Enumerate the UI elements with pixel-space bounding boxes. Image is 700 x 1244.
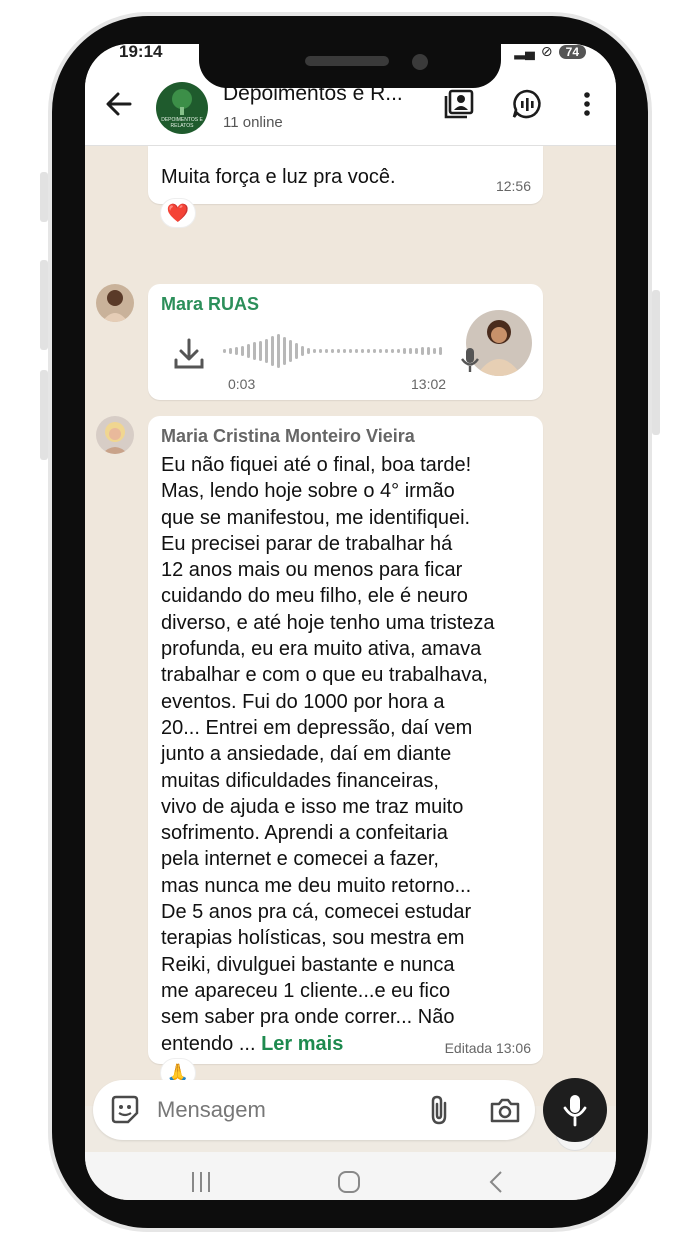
message-input-bar[interactable]: Mensagem (93, 1080, 535, 1140)
message-time: Editada 13:06 (444, 1040, 531, 1056)
home-icon[interactable] (337, 1170, 361, 1194)
mic-badge-icon (461, 348, 479, 372)
message-line: me apareceu 1 cliente...e eu fico (161, 979, 451, 1002)
read-more-link[interactable]: Ler mais (261, 1033, 343, 1055)
sender-name[interactable]: Mara RUAS (161, 294, 259, 315)
message-line: Mas, lendo hoje sobre o 4° irmão (161, 480, 455, 503)
screen: 19:14 ▂▄ ⊘ 74 DEPOIMENTOS E RELATOS Depo… (85, 44, 616, 1200)
message-line: 20... Entrei em depressão, daí vem (161, 716, 473, 739)
side-button-right (652, 290, 660, 435)
notch (199, 30, 501, 88)
speaker (305, 56, 389, 66)
message-line: De 5 anos pra cá, comecei estudar (161, 901, 472, 924)
message-line: 12 anos mais ou menos para ficar (161, 559, 463, 582)
voice-message-bubble[interactable]: Mara RUAS 0:03 13:02 (148, 284, 543, 400)
message-line: sem saber pra onde correr... Não (161, 1006, 455, 1029)
voice-record-button[interactable] (543, 1078, 607, 1142)
audio-elapsed: 0:03 (228, 376, 256, 392)
message-line: junto a ansiedade, daí em diante (161, 743, 452, 766)
sticker-icon[interactable] (109, 1094, 141, 1126)
message-line: terapias holísticas, sou mestra em (161, 927, 465, 950)
audio-waveform[interactable] (223, 331, 448, 371)
message-line: muitas dificuldades financeiras, (161, 769, 439, 792)
message-body: Eu não fiquei até o final, boa tarde! Ma… (161, 452, 536, 1057)
message-input[interactable]: Mensagem (157, 1097, 266, 1123)
message-time: 13:02 (411, 376, 447, 392)
message-line: mas nunca me deu muito retorno... (161, 874, 472, 897)
message-line: sofrimento. Aprendi a confeitaria (161, 822, 448, 845)
system-navigation-bar (85, 1152, 616, 1200)
recent-apps-icon[interactable] (189, 1170, 213, 1194)
download-icon[interactable] (171, 336, 207, 372)
battery-badge: 74 (558, 44, 586, 59)
more-options-icon[interactable] (571, 88, 603, 120)
message-line: trabalhar e com o que eu trabalhava, (161, 664, 488, 687)
status-icons: ▂▄ ⊘ 74 (514, 44, 586, 60)
message-line: Reiki, divulguei bastante e nunca (161, 953, 455, 976)
message-line: eventos. Fui do 1000 por hora a (161, 690, 445, 713)
message-bubble[interactable]: Muita força e luz pra você. 12:56 (148, 146, 543, 204)
online-count: 11 online (223, 114, 283, 131)
message-line: cuidando do meu filho, ele é neuro (161, 585, 468, 608)
front-camera (412, 54, 428, 70)
sender-avatar[interactable] (96, 416, 134, 454)
voice-chat-icon[interactable] (511, 88, 543, 120)
tree-logo-icon (172, 89, 192, 109)
side-button-left-2 (40, 260, 48, 350)
message-line: vivo de ajuda e isso me traz muito (161, 795, 464, 818)
message-line: Eu não fiquei até o final, boa tarde! (161, 454, 472, 476)
sender-avatar[interactable] (96, 284, 134, 322)
message-time: 12:56 (495, 178, 531, 194)
contacts-card-icon[interactable] (443, 88, 475, 120)
message-line: Eu precisei parar de trabalhar há (161, 532, 453, 555)
tree-trunk (180, 107, 184, 115)
message-text: Muita força e luz pra você. (161, 166, 396, 188)
avatar-photo (96, 416, 134, 454)
message-line: diverso, e até hoje tenho uma tristeza (161, 611, 495, 634)
attach-icon[interactable] (425, 1094, 453, 1126)
sender-name[interactable]: Maria Cristina Monteiro Vieira (161, 426, 415, 447)
message-line: pela internet e comecei a fazer, (161, 848, 439, 871)
message-line: que se manifestou, me identifiquei. (161, 506, 471, 529)
avatar-photo (96, 284, 134, 322)
group-avatar[interactable]: DEPOIMENTOS E RELATOS (156, 82, 208, 134)
dnd-icon: ⊘ (540, 44, 553, 59)
side-button-left-1 (40, 172, 48, 222)
back-arrow-icon[interactable] (105, 90, 133, 118)
microphone-icon (563, 1095, 587, 1127)
message-line: profunda, eu era muito ativa, amava (161, 638, 482, 661)
message-line-prefix: entendo ... (161, 1032, 262, 1055)
group-avatar-text: DEPOIMENTOS E RELATOS (161, 117, 203, 129)
system-back-icon[interactable] (485, 1170, 509, 1194)
reaction-heart[interactable]: ❤️ (160, 198, 196, 228)
status-time: 19:14 (119, 44, 163, 61)
text-message-bubble[interactable]: Maria Cristina Monteiro Vieira Eu não fi… (148, 416, 543, 1064)
signal-icon: ▂▄ (514, 44, 535, 59)
side-button-left-3 (40, 370, 48, 460)
camera-icon[interactable] (489, 1094, 521, 1126)
chat-area[interactable]: Muita força e luz pra você. 12:56 ❤️ Mar… (85, 146, 616, 1151)
